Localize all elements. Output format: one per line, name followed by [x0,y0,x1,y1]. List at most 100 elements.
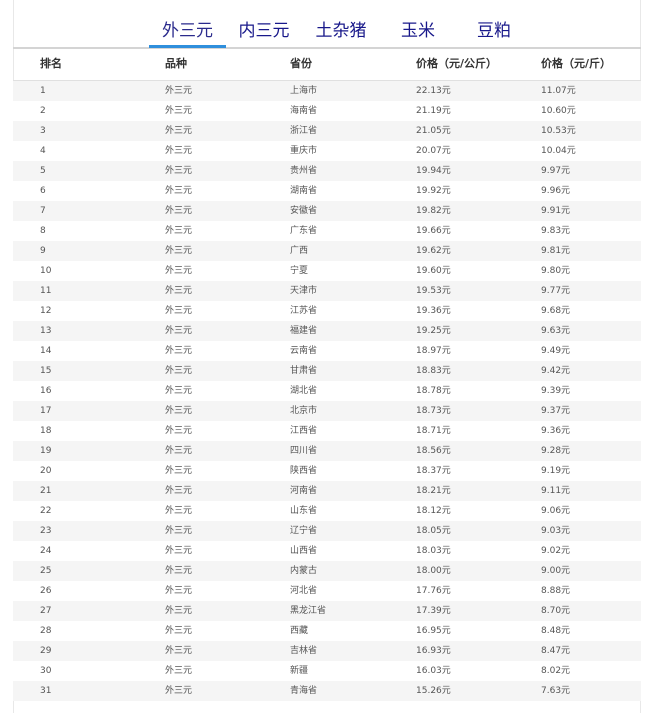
cell-price-kg: 21.19元 [416,106,451,116]
cell-variety: 外三元 [165,606,193,616]
cell-variety: 外三元 [165,566,193,576]
cell-variety: 外三元 [165,266,193,276]
cell-rank: 20 [40,466,52,476]
cell-province: 北京市 [290,406,318,416]
cell-price-jin: 9.06元 [541,506,571,516]
cell-price-kg: 18.73元 [416,406,451,416]
cell-province: 山西省 [290,546,318,556]
cell-price-jin: 9.96元 [541,186,571,196]
cell-price-kg: 18.21元 [416,486,451,496]
cell-rank: 23 [40,526,52,536]
cell-rank: 27 [40,606,52,616]
cell-variety: 外三元 [165,326,193,336]
cell-rank: 12 [40,306,52,316]
tab-wai-san-yuan[interactable]: 外三元 [149,19,226,47]
cell-variety: 外三元 [165,486,193,496]
cell-price-jin: 8.02元 [541,666,571,676]
table-row: 15 外三元 甘肃省 18.83元 9.42元 [13,361,641,381]
cell-rank: 14 [40,346,52,356]
header-province: 省份 [290,57,312,70]
table-header: 排名 品种 省份 价格（元/公斤） 价格（元/斤） [13,48,641,81]
cell-price-kg: 18.37元 [416,466,451,476]
table-row: 20 外三元 陕西省 18.37元 9.19元 [13,461,641,481]
table-row: 28 外三元 西藏 16.95元 8.48元 [13,621,641,641]
tab-tu-za-zhu[interactable]: 土杂猪 [310,19,372,47]
cell-rank: 28 [40,626,52,636]
table-row: 1 外三元 上海市 22.13元 11.07元 [13,81,641,101]
table-row: 11 外三元 天津市 19.53元 9.77元 [13,281,641,301]
cell-rank: 18 [40,426,52,436]
cell-price-kg: 19.36元 [416,306,451,316]
header-price-per-jin: 价格（元/斤） [541,57,612,70]
cell-price-kg: 17.39元 [416,606,451,616]
tab-nei-san-yuan[interactable]: 内三元 [233,19,295,47]
cell-rank: 31 [40,686,52,696]
cell-province: 吉林省 [290,646,318,656]
cell-variety: 外三元 [165,206,193,216]
cell-variety: 外三元 [165,406,193,416]
cell-province: 云南省 [290,346,318,356]
table-row: 6 外三元 湖南省 19.92元 9.96元 [13,181,641,201]
cell-price-kg: 19.53元 [416,286,451,296]
cell-rank: 29 [40,646,52,656]
cell-price-jin: 9.81元 [541,246,571,256]
table-row: 25 外三元 内蒙古 18.00元 9.00元 [13,561,641,581]
table-row: 8 外三元 广东省 19.66元 9.83元 [13,221,641,241]
cell-province: 安徽省 [290,206,318,216]
cell-variety: 外三元 [165,166,193,176]
cell-variety: 外三元 [165,366,193,376]
cell-province: 甘肃省 [290,366,318,376]
cell-price-jin: 11.07元 [541,86,576,96]
cell-price-jin: 8.88元 [541,586,571,596]
cell-price-jin: 9.97元 [541,166,571,176]
cell-price-kg: 18.03元 [416,546,451,556]
cell-rank: 19 [40,446,52,456]
cell-variety: 外三元 [165,386,193,396]
cell-price-jin: 9.03元 [541,526,571,536]
cell-price-jin: 9.80元 [541,266,571,276]
cell-province: 福建省 [290,326,318,336]
cell-rank: 24 [40,546,52,556]
tab-soybean-meal[interactable]: 豆粕 [471,19,517,47]
cell-price-jin: 9.42元 [541,366,571,376]
cell-variety: 外三元 [165,666,193,676]
cell-price-jin: 9.49元 [541,346,571,356]
cell-rank: 26 [40,586,52,596]
table-row: 30 外三元 新疆 16.03元 8.02元 [13,661,641,681]
cell-province: 上海市 [290,86,318,96]
cell-rank: 30 [40,666,52,676]
header-price-per-kg: 价格（元/公斤） [416,57,498,70]
cell-rank: 2 [40,106,46,116]
table-row: 19 外三元 四川省 18.56元 9.28元 [13,441,641,461]
cell-variety: 外三元 [165,226,193,236]
cell-rank: 1 [40,86,46,96]
cell-price-kg: 16.03元 [416,666,451,676]
cell-price-kg: 19.82元 [416,206,451,216]
cell-price-kg: 18.00元 [416,566,451,576]
cell-variety: 外三元 [165,686,193,696]
cell-province: 山东省 [290,506,318,516]
cell-price-jin: 10.60元 [541,106,576,116]
table-row: 17 外三元 北京市 18.73元 9.37元 [13,401,641,421]
cell-variety: 外三元 [165,426,193,436]
cell-price-kg: 17.76元 [416,586,451,596]
tab-corn[interactable]: 玉米 [396,19,440,47]
cell-province: 河北省 [290,586,318,596]
table-row: 16 外三元 湖北省 18.78元 9.39元 [13,381,641,401]
cell-province: 新疆 [290,666,309,676]
cell-price-jin: 9.77元 [541,286,571,296]
cell-variety: 外三元 [165,446,193,456]
cell-price-jin: 9.91元 [541,206,571,216]
cell-rank: 3 [40,126,46,136]
table-body: 1 外三元 上海市 22.13元 11.07元 2 外三元 海南省 21.19元 10.60元 3 外… [13,81,641,701]
cell-rank: 5 [40,166,46,176]
cell-variety: 外三元 [165,466,193,476]
cell-price-jin: 9.11元 [541,486,571,496]
cell-price-jin: 7.63元 [541,686,571,696]
cell-variety: 外三元 [165,186,193,196]
cell-price-jin: 9.19元 [541,466,571,476]
cell-variety: 外三元 [165,306,193,316]
cell-price-jin: 9.36元 [541,426,571,436]
cell-province: 江苏省 [290,306,318,316]
cell-price-jin: 9.63元 [541,326,571,336]
